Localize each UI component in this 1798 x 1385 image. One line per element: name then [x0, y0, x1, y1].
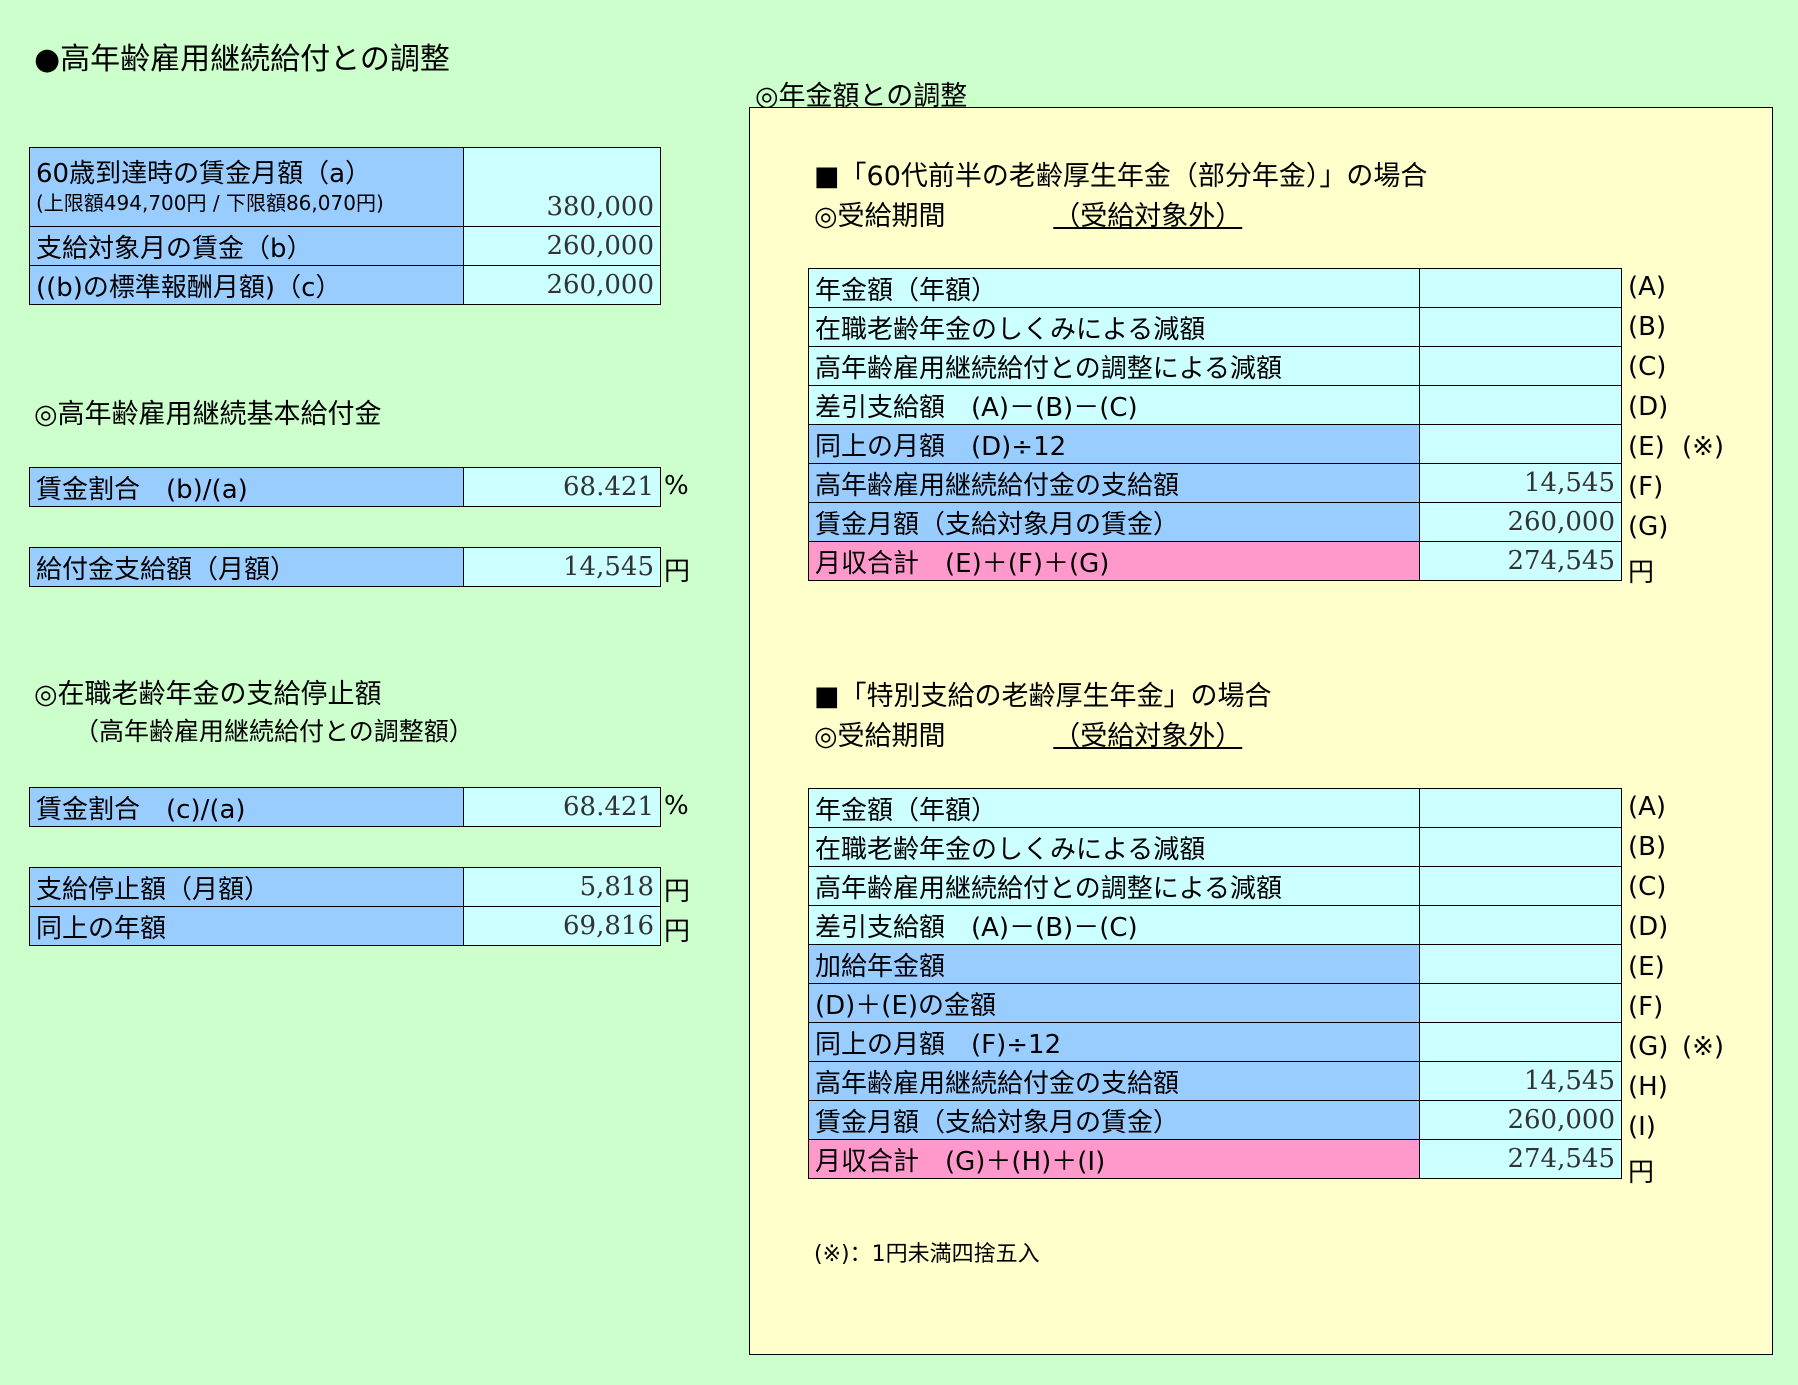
wage-at-60-label: 60歳到達時の賃金月額（a） (上限額494,700円 / 下限額86,070円… — [29, 147, 464, 227]
case1-row-value[interactable] — [1419, 424, 1622, 464]
case2-mark: (C) — [1628, 872, 1667, 902]
case1-row-value[interactable] — [1419, 385, 1622, 425]
case2-period: ◎受給期間 （受給対象外） — [814, 714, 1253, 753]
case1-total-value[interactable]: 274,545 — [1419, 541, 1622, 581]
suspension-ratio-value[interactable]: 68.421 — [463, 787, 661, 827]
case1-row-value[interactable] — [1419, 346, 1622, 386]
case2-mark: (A) — [1628, 792, 1667, 822]
target-month-wage-value[interactable]: 260,000 — [463, 226, 661, 266]
suspension-monthly-value[interactable]: 5,818 — [463, 867, 661, 907]
case2-row-label: 在職老齢年金のしくみによる減額 — [808, 827, 1420, 867]
suspension-annual-label: 同上の年額 — [29, 906, 464, 946]
suspension-subheading: （高年齢雇用継続給付との調整額） — [74, 717, 474, 746]
suspension-ratio-label: 賃金割合 (c)/(a) — [29, 787, 464, 827]
basic-ratio-unit: % — [664, 471, 689, 501]
case1-row-label: 賃金月額（支給対象月の賃金） — [808, 502, 1420, 542]
basic-amount-label: 給付金支給額（月額） — [29, 547, 464, 587]
suspension-annual-value[interactable]: 69,816 — [463, 906, 661, 946]
case2-row-value[interactable] — [1419, 944, 1622, 984]
wage-table: 60歳到達時の賃金月額（a） (上限額494,700円 / 下限額86,070円… — [29, 147, 661, 305]
case2-mark: (F) — [1628, 992, 1664, 1022]
basic-amount-table: 給付金支給額（月額） 14,545 — [29, 547, 661, 587]
page-title: ●高年齢雇用継続給付との調整 — [34, 42, 450, 77]
case1-row-label: 在職老齢年金のしくみによる減額 — [808, 307, 1420, 347]
case2-row-label: 高年齢雇用継続給付との調整による減額 — [808, 866, 1420, 906]
case2-total-unit: 円 — [1628, 1158, 1655, 1188]
suspension-annual-unit: 円 — [664, 917, 691, 947]
standard-remuneration-value[interactable]: 260,000 — [463, 265, 661, 305]
case2-period-label: ◎受給期間 — [814, 721, 946, 752]
case1-mark: (D) — [1628, 392, 1669, 422]
case1-row-label: 同上の月額 (D)÷12 — [808, 424, 1420, 464]
case2-row-value[interactable]: 260,000 — [1419, 1100, 1622, 1140]
case2-row-value[interactable]: 14,545 — [1419, 1061, 1622, 1101]
case2-row-value[interactable] — [1419, 905, 1622, 945]
case1-mark: (G) — [1628, 512, 1669, 542]
case1-mark: (F) — [1628, 472, 1664, 502]
case1-row-label: 差引支給額 (A)－(B)－(C) — [808, 385, 1420, 425]
case2-row-label: 同上の月額 (F)÷12 — [808, 1022, 1420, 1062]
case2-row-label: 賃金月額（支給対象月の賃金） — [808, 1100, 1420, 1140]
case1-period-label: ◎受給期間 — [814, 201, 946, 232]
suspension-ratio-unit: % — [664, 791, 689, 821]
case1-row-value[interactable] — [1419, 268, 1622, 308]
basic-amount-unit: 円 — [664, 557, 691, 587]
case2-row-label: 加給年金額 — [808, 944, 1420, 984]
case2-row-label: 年金額（年額） — [808, 788, 1420, 828]
case1-row-value[interactable]: 14,545 — [1419, 463, 1622, 503]
case2-row-label: 高年齢雇用継続給付金の支給額 — [808, 1061, 1420, 1101]
target-month-wage-label: 支給対象月の賃金（b） — [29, 226, 464, 266]
case1-period: ◎受給期間 （受給対象外） — [814, 194, 1253, 233]
case1-row-label: 年金額（年額） — [808, 268, 1420, 308]
basic-benefit-heading: ◎高年齢雇用継続基本給付金 — [34, 399, 382, 430]
case2-mark: (B) — [1628, 832, 1667, 862]
basic-amount-value[interactable]: 14,545 — [463, 547, 661, 587]
case1-total-unit: 円 — [1628, 558, 1655, 588]
case2-row-value[interactable] — [1419, 788, 1622, 828]
case2-mark: (E) — [1628, 952, 1665, 982]
case2-total-label: 月収合計 (G)＋(H)＋(I) — [808, 1139, 1420, 1179]
case2-row-label: (D)＋(E)の金額 — [808, 983, 1420, 1023]
case2-mark: (H) — [1628, 1072, 1668, 1102]
case1-mark: (E) — [1628, 432, 1665, 462]
suspension-ratio-table: 賃金割合 (c)/(a) 68.421 — [29, 787, 661, 827]
case1-row-value[interactable]: 260,000 — [1419, 502, 1622, 542]
suspension-monthly-label: 支給停止額（月額） — [29, 867, 464, 907]
pension-adjustment-panel: ■「60代前半の老齢厚生年金（部分年金）」の場合 ◎受給期間 （受給対象外） 年… — [749, 107, 1773, 1355]
suspension-heading: ◎在職老齢年金の支給停止額 — [34, 679, 382, 710]
basic-ratio-value[interactable]: 68.421 — [463, 467, 661, 507]
wage-at-60-value[interactable]: 380,000 — [463, 147, 661, 227]
case1-mark: (B) — [1628, 312, 1667, 342]
suspension-monthly-unit: 円 — [664, 877, 691, 907]
suspension-amount-table: 支給停止額（月額） 5,818 同上の年額 69,816 — [29, 867, 661, 946]
case1-row-value[interactable] — [1419, 307, 1622, 347]
case2-rounding-note: (※) — [1682, 1032, 1725, 1062]
case2-mark: (I) — [1628, 1112, 1656, 1142]
case1-row-label: 高年齢雇用継続給付との調整による減額 — [808, 346, 1420, 386]
case1-mark: (C) — [1628, 352, 1667, 382]
case2-table: 年金額（年額） 在職老齢年金のしくみによる減額 高年齢雇用継続給付との調整による… — [808, 788, 1622, 1179]
case2-row-value[interactable] — [1419, 983, 1622, 1023]
case1-mark: (A) — [1628, 272, 1667, 302]
case1-rounding-note: (※) — [1682, 432, 1725, 462]
basic-ratio-label: 賃金割合 (b)/(a) — [29, 467, 464, 507]
case2-title: ■「特別支給の老齢厚生年金」の場合 — [814, 681, 1272, 712]
case1-period-value: （受給対象外） — [1053, 201, 1243, 232]
case2-mark: (G) — [1628, 1032, 1669, 1062]
case2-row-value[interactable] — [1419, 866, 1622, 906]
case1-total-label: 月収合計 (E)＋(F)＋(G) — [808, 541, 1420, 581]
case2-period-value: （受給対象外） — [1053, 721, 1243, 752]
case2-total-value[interactable]: 274,545 — [1419, 1139, 1622, 1179]
case2-row-label: 差引支給額 (A)－(B)－(C) — [808, 905, 1420, 945]
case2-mark: (D) — [1628, 912, 1669, 942]
case2-row-value[interactable] — [1419, 827, 1622, 867]
case1-table: 年金額（年額） 在職老齢年金のしくみによる減額 高年齢雇用継続給付との調整による… — [808, 268, 1622, 581]
rounding-footnote: (※)：1円未満四捨五入 — [814, 1242, 1040, 1267]
case2-row-value[interactable] — [1419, 1022, 1622, 1062]
basic-ratio-table: 賃金割合 (b)/(a) 68.421 — [29, 467, 661, 507]
case1-title: ■「60代前半の老齢厚生年金（部分年金）」の場合 — [814, 161, 1428, 192]
case1-row-label: 高年齢雇用継続給付金の支給額 — [808, 463, 1420, 503]
standard-remuneration-label: ((b)の標準報酬月額)（c） — [29, 265, 464, 305]
